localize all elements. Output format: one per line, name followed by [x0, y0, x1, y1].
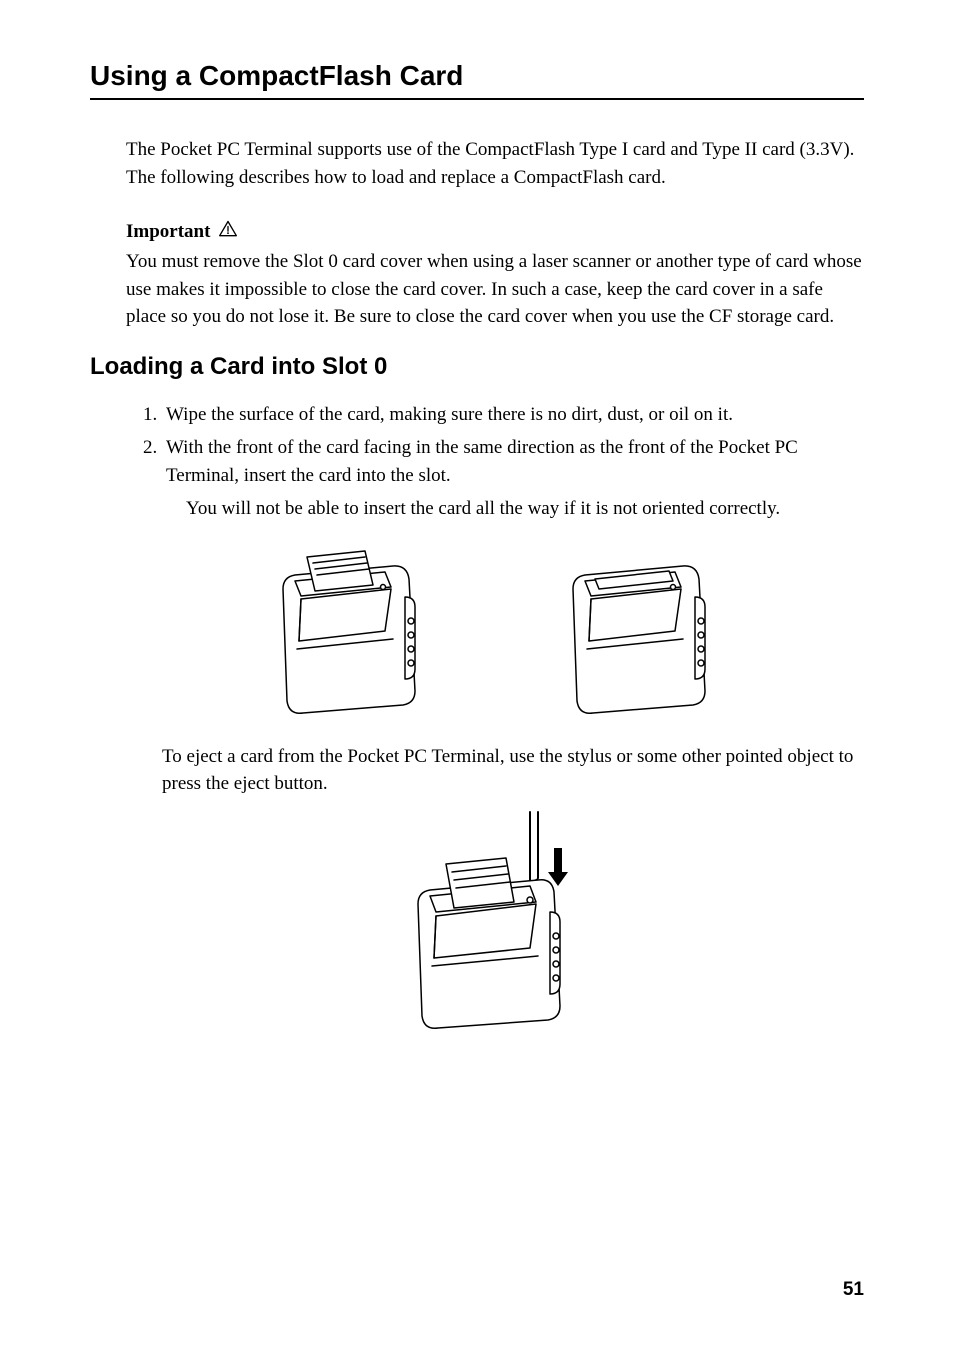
content-block: The Pocket PC Terminal supports use of t… — [126, 136, 864, 331]
important-text: You must remove the Slot 0 card cover wh… — [126, 248, 864, 331]
page-number: 51 — [843, 1279, 864, 1301]
important-label: Important — [126, 221, 210, 243]
steps-list: Wipe the surface of the card, making sur… — [162, 401, 864, 490]
page-title: Using a CompactFlash Card — [90, 60, 864, 100]
figure-insert-card — [265, 541, 435, 721]
step-1: Wipe the surface of the card, making sur… — [162, 401, 864, 429]
step-2-note: You will not be able to insert the card … — [186, 495, 864, 523]
important-heading-row: Important — [126, 219, 864, 244]
subheading-loading: Loading a Card into Slot 0 — [90, 353, 864, 381]
steps-block: Wipe the surface of the card, making sur… — [126, 401, 864, 1038]
figure-card-inserted — [555, 541, 725, 721]
figure-row-insert — [126, 541, 864, 721]
figure-eject-card — [390, 808, 600, 1038]
figure-eject — [126, 808, 864, 1038]
eject-paragraph: To eject a card from the Pocket PC Termi… — [162, 743, 864, 798]
warning-icon — [218, 219, 238, 244]
step-2: With the front of the card facing in the… — [162, 434, 864, 489]
intro-paragraph: The Pocket PC Terminal supports use of t… — [126, 136, 864, 191]
